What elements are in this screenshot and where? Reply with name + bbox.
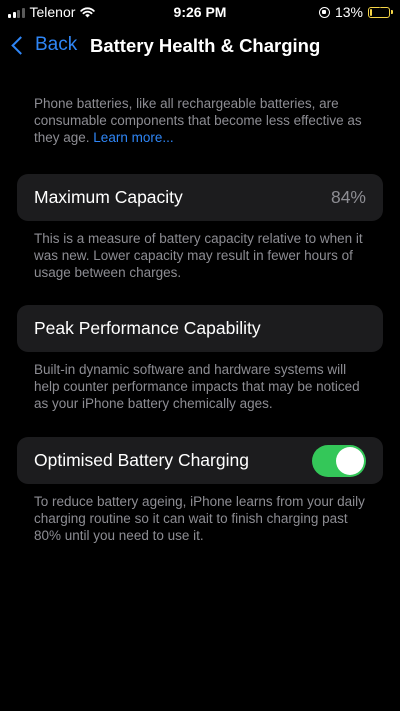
peak-performance-cell: Peak Performance Capability <box>17 305 383 352</box>
battery-icon: ⚡ <box>368 5 393 18</box>
orientation-lock-icon <box>318 6 330 18</box>
maximum-capacity-description: This is a measure of battery capacity re… <box>34 231 363 280</box>
chevron-left-icon <box>11 35 30 55</box>
optimised-charging-cell: Optimised Battery Charging <box>17 437 383 484</box>
optimised-charging-label: Optimised Battery Charging <box>34 450 249 470</box>
peak-performance-description: Built-in dynamic software and hardware s… <box>34 362 360 411</box>
intro-description: Phone batteries, like all rechargeable b… <box>34 95 374 146</box>
learn-more-link[interactable]: Learn more... <box>93 130 173 145</box>
back-button-label: Back <box>35 34 78 55</box>
status-right: 13% ⚡ <box>318 4 393 20</box>
peak-performance-label: Peak Performance Capability <box>34 318 261 338</box>
maximum-capacity-label: Maximum Capacity <box>34 187 183 207</box>
maximum-capacity-cell: Maximum Capacity 84% <box>17 174 383 221</box>
optimised-charging-description: To reduce battery ageing, iPhone learns … <box>34 494 365 543</box>
maximum-capacity-value: 84% <box>330 187 366 207</box>
charging-bolt-icon: ⚡ <box>374 5 382 18</box>
intro-text: Phone batteries, like all rechargeable b… <box>34 96 362 145</box>
navigation-bar: Back Battery Health & Charging <box>0 30 400 64</box>
status-bar: Telenor 9:26 PM 13% ⚡ <box>0 0 400 26</box>
back-button[interactable]: Back <box>8 34 77 56</box>
page-title: Battery Health & Charging <box>90 35 321 56</box>
battery-level-fill <box>370 8 372 16</box>
toggle-knob <box>336 447 364 475</box>
optimised-charging-toggle[interactable] <box>312 445 366 477</box>
battery-percent: 13% <box>334 4 363 20</box>
